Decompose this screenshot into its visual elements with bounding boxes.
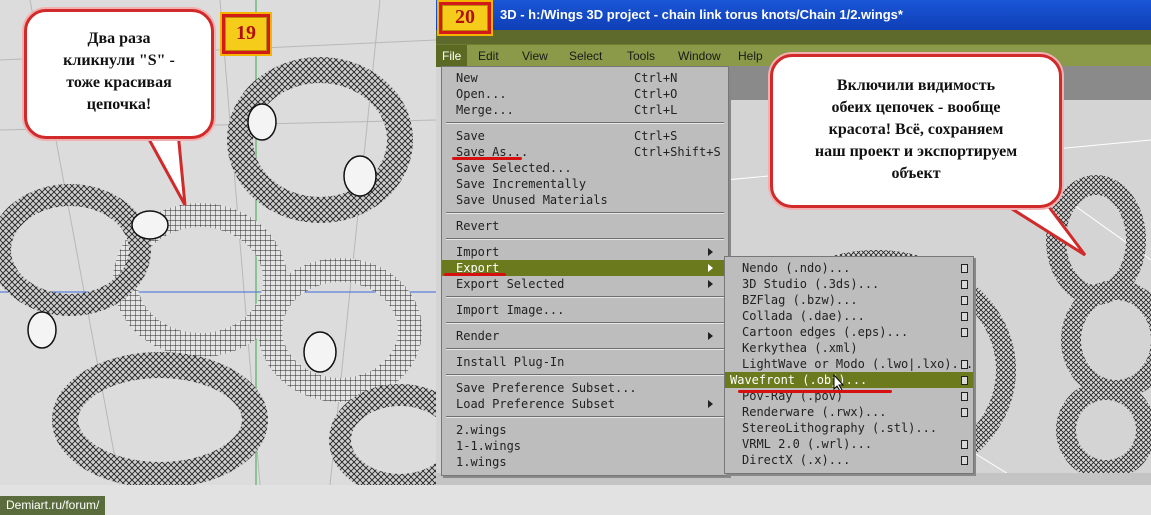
options-box-icon[interactable]: [961, 456, 968, 465]
speech-bubble-left: Два раза кликнули "S" - тоже красивая це…: [24, 9, 214, 139]
export-item-wavefront[interactable]: Wavefront (.obj)...: [725, 372, 973, 388]
export-item-renderware[interactable]: Renderware (.rwx)...: [725, 404, 973, 420]
options-box-icon[interactable]: [961, 392, 968, 401]
export-item-collada[interactable]: Collada (.dae)...: [725, 308, 973, 324]
options-box-icon[interactable]: [961, 280, 968, 289]
menu-separator: [446, 374, 724, 376]
menu-window[interactable]: Window: [672, 45, 727, 67]
options-box-icon[interactable]: [961, 328, 968, 337]
export-item-stl[interactable]: StereoLithography (.stl)...: [725, 420, 973, 436]
bubble-tail-left: [142, 130, 187, 206]
window-title: 3D - h:/Wings 3D project - chain link to…: [500, 7, 903, 22]
submenu-arrow-icon: [708, 280, 713, 288]
menu-item-recent-file[interactable]: 1-1.wings: [442, 438, 728, 454]
menu-item-save-incrementally[interactable]: Save Incrementally: [442, 176, 728, 192]
site-watermark: Demiart.ru/forum/: [0, 496, 106, 515]
speech-bubble-right: Включили видимость обеих цепочек - вообщ…: [770, 54, 1062, 208]
options-box-icon[interactable]: [961, 312, 968, 321]
underline-save-as: [452, 157, 522, 160]
options-box-icon[interactable]: [961, 376, 968, 385]
menu-separator: [446, 296, 724, 298]
menu-separator: [446, 416, 724, 418]
bottom-strip: [0, 485, 1151, 515]
bubble-right-line: красота! Всё, сохраняем: [828, 121, 1004, 138]
bubble-right-line: объект: [891, 165, 941, 182]
menu-item-import-image[interactable]: Import Image...: [442, 302, 728, 318]
menu-separator: [446, 238, 724, 240]
menu-item-open[interactable]: Open... Ctrl+O: [442, 86, 728, 102]
options-box-icon[interactable]: [961, 440, 968, 449]
menu-item-export-selected[interactable]: Export Selected: [442, 276, 728, 292]
options-box-icon[interactable]: [961, 264, 968, 273]
menu-separator: [446, 122, 724, 124]
submenu-arrow-icon: [708, 332, 713, 340]
options-box-icon[interactable]: [961, 296, 968, 305]
window-strip: [436, 30, 1151, 44]
underline-export: [444, 273, 506, 276]
menu-item-merge[interactable]: Merge... Ctrl+L: [442, 102, 728, 118]
menu-item-new[interactable]: New Ctrl+N: [442, 70, 728, 86]
export-item-vrml[interactable]: VRML 2.0 (.wrl)...: [725, 436, 973, 452]
bubble-left-line: тоже красивая: [66, 74, 172, 91]
step-badge-19: 19: [220, 12, 272, 56]
export-item-cartoon-edges[interactable]: Cartoon edges (.eps)...: [725, 324, 973, 340]
menu-item-render[interactable]: Render: [442, 328, 728, 344]
underline-wavefront: [738, 390, 892, 393]
menu-view[interactable]: View: [516, 45, 554, 67]
menu-item-revert[interactable]: Revert: [442, 218, 728, 234]
bubble-right-line: Включили видимость: [836, 77, 996, 94]
menu-item-recent-file[interactable]: 2.wings: [442, 422, 728, 438]
submenu-arrow-icon: [708, 264, 713, 272]
options-box-icon[interactable]: [961, 360, 968, 369]
menu-select[interactable]: Select: [563, 45, 608, 67]
menu-help[interactable]: Help: [732, 45, 769, 67]
menu-item-install-plugin[interactable]: Install Plug-In: [442, 354, 728, 370]
menu-item-save[interactable]: Save Ctrl+S: [442, 128, 728, 144]
menu-file[interactable]: File: [436, 45, 468, 67]
export-item-bzflag[interactable]: BZFlag (.bzw)...: [725, 292, 973, 308]
menu-item-recent-file[interactable]: 1.wings: [442, 454, 728, 470]
menu-edit[interactable]: Edit: [472, 45, 505, 67]
submenu-arrow-icon: [708, 400, 713, 408]
menu-separator: [446, 322, 724, 324]
export-item-directx[interactable]: DirectX (.x)...: [725, 452, 973, 468]
menu-item-save-preference-subset[interactable]: Save Preference Subset...: [442, 380, 728, 396]
export-item-nendo[interactable]: Nendo (.ndo)...: [725, 260, 973, 276]
menu-separator: [446, 348, 724, 350]
submenu-arrow-icon: [708, 248, 713, 256]
menu-item-import[interactable]: Import: [442, 244, 728, 260]
bubble-right-line: обеих цепочек - вообще: [831, 99, 1001, 116]
menu-tools[interactable]: Tools: [621, 45, 661, 67]
menu-item-load-preference-subset[interactable]: Load Preference Subset: [442, 396, 728, 412]
menu-item-save-selected[interactable]: Save Selected...: [442, 160, 728, 176]
bubble-left-line: кликнули "S" -: [63, 52, 175, 69]
export-item-kerkythea[interactable]: Kerkythea (.xml): [725, 340, 973, 356]
bubble-left-line: Два раза: [87, 30, 151, 47]
file-menu: New Ctrl+N Open... Ctrl+O Merge... Ctrl+L S…: [441, 66, 729, 476]
options-box-icon[interactable]: [961, 408, 968, 417]
menu-separator: [446, 212, 724, 214]
export-item-lightwave[interactable]: LightWave or Modo (.lwo|.lxo)...: [725, 356, 973, 372]
export-submenu: Nendo (.ndo)... 3D Studio (.3ds)... BZFl…: [724, 256, 974, 474]
window-titlebar: 3D - h:/Wings 3D project - chain link to…: [436, 0, 1151, 30]
export-item-3ds[interactable]: 3D Studio (.3ds)...: [725, 276, 973, 292]
bubble-right-line: наш проект и экспортируем: [814, 143, 1018, 160]
menu-item-save-unused-materials[interactable]: Save Unused Materials: [442, 192, 728, 208]
bubble-left-line: цепочка!: [86, 96, 152, 113]
step-badge-20: 20: [437, 0, 493, 36]
